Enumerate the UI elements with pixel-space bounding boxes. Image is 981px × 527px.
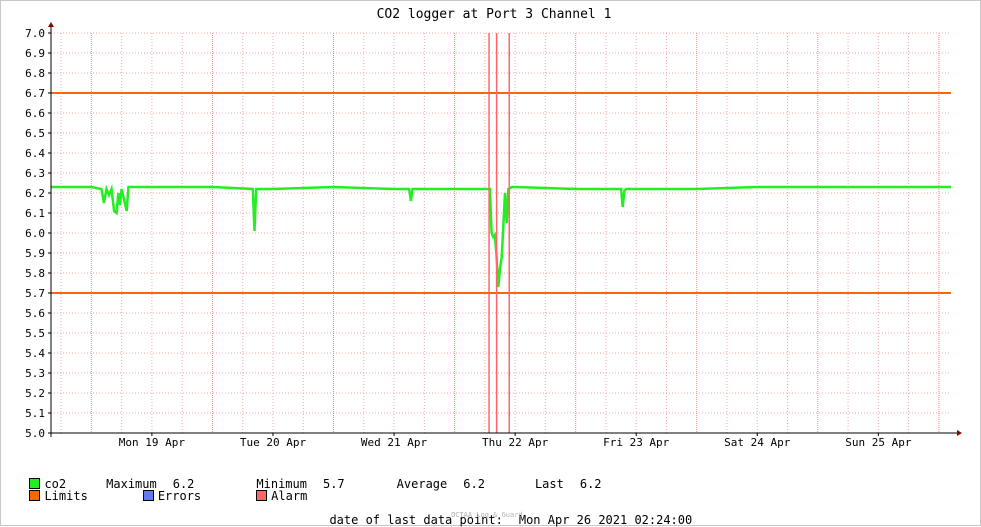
- y-tick-label: 5.2: [25, 387, 45, 400]
- y-tick-label: 6.5: [25, 127, 45, 140]
- y-tick-label: 6.6: [25, 107, 45, 120]
- x-tick-label: Fri 23 Apr: [603, 436, 670, 449]
- y-tick-label: 5.0: [25, 427, 45, 440]
- last-point-value: Mon Apr 26 2021 02:24:00: [518, 513, 693, 527]
- x-tick-label: Tue 20 Apr: [240, 436, 307, 449]
- x-tick-label: Wed 21 Apr: [361, 436, 428, 449]
- y-tick-label: 5.8: [25, 267, 45, 280]
- legend-limits-label: Limits: [44, 489, 88, 503]
- x-tick-label: Mon 19 Apr: [119, 436, 186, 449]
- credit: OCTAA Log & Guard: [451, 511, 523, 519]
- legend-avg-value: 6.2: [463, 477, 485, 491]
- y-tick-label: 6.0: [25, 227, 45, 240]
- y-tick-label: 7.0: [25, 27, 45, 40]
- legend-avg-text: Average: [396, 477, 448, 491]
- x-axis-arrow: [957, 430, 962, 436]
- y-tick-label: 6.8: [25, 67, 45, 80]
- y-tick-label: 6.7: [25, 87, 45, 100]
- y-axis-arrow: [48, 22, 54, 27]
- y-tick-label: 5.9: [25, 247, 45, 260]
- y-tick-label: 6.9: [25, 47, 45, 60]
- y-tick-label: 5.5: [25, 327, 45, 340]
- legend-min-value: 5.7: [322, 477, 345, 491]
- co2-chart: CO2 logger at Port 3 Channel 1 5.0 5.1 5.2…: [25, 7, 962, 449]
- y-tick-label: 6.3: [25, 167, 45, 180]
- series: [51, 184, 951, 288]
- legend-last-text: Last: [534, 477, 564, 491]
- y-tick-label: 6.2: [25, 187, 45, 200]
- legend-errors-label: Errors: [157, 489, 202, 503]
- y-tick-label: 6.1: [25, 207, 45, 220]
- legend-row-2: Limits Errors Alarm: [15, 475, 307, 503]
- x-tick-label: Thu 22 Apr: [482, 436, 549, 449]
- y-axis: 5.0 5.1 5.2 5.3 5.4 5.5 5.6 5.7 5.8 5.9 6.0 6.1 6.2 6…: [25, 27, 51, 440]
- x-axis: Mon 19 Apr Tue 20 Apr Wed 21 Apr Thu 22 Apr…: [119, 433, 912, 449]
- x-tick-label: Sun 25 Apr: [845, 436, 912, 449]
- axes: [48, 22, 962, 437]
- legend-alarm-label: Alarm: [271, 489, 308, 503]
- errors-swatch: [142, 490, 154, 501]
- y-tick-label: 5.6: [25, 307, 45, 320]
- series-line-co2: [51, 184, 951, 288]
- y-tick-label: 5.3: [25, 367, 45, 380]
- y-tick-label: 5.7: [25, 287, 45, 300]
- legend-last-value: 6.2: [579, 477, 602, 491]
- y-tick-label: 6.4: [25, 147, 45, 160]
- x-tick-label: Sat 24 Apr: [724, 436, 791, 449]
- limits-swatch: [29, 490, 41, 501]
- alarm-swatch: [256, 490, 268, 501]
- chart-title: CO2 logger at Port 3 Channel 1: [377, 7, 612, 22]
- y-tick-label: 5.1: [25, 407, 45, 420]
- y-tick-label: 5.4: [25, 347, 45, 360]
